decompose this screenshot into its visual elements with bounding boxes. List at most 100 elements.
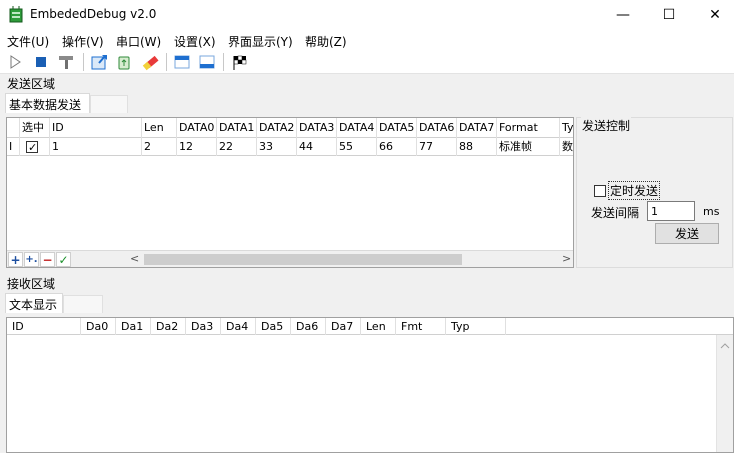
column-header[interactable]: Da7 [326, 318, 361, 335]
column-header[interactable]: ID [50, 118, 142, 138]
scroll-up-arrow-icon[interactable] [717, 339, 733, 353]
column-header[interactable]: Da1 [116, 318, 151, 335]
column-header[interactable]: Len [142, 118, 177, 138]
cell-data3[interactable]: 44 [297, 138, 337, 156]
send-control-title: 发送控制 [581, 117, 632, 134]
cell-data0[interactable]: 12 [177, 138, 217, 156]
cell-data5[interactable]: 66 [377, 138, 417, 156]
export-button[interactable] [89, 52, 109, 72]
tab-empty [90, 95, 128, 113]
erase-button[interactable] [141, 52, 161, 72]
timed-send-checkbox[interactable]: 定时发送 [594, 181, 661, 200]
cell-data4[interactable]: 55 [337, 138, 377, 156]
start-button[interactable] [5, 52, 25, 72]
maximize-button[interactable]: ☐ [646, 0, 692, 30]
tab-text-display-label: 文本显示 [9, 298, 58, 312]
column-header[interactable]: DATA1 [217, 118, 257, 138]
tools-button[interactable] [56, 52, 76, 72]
column-header[interactable]: Ty [560, 118, 573, 138]
column-header[interactable]: 选中 [20, 118, 50, 138]
tab-empty [63, 295, 103, 313]
menu-operate[interactable]: 操作(V) [62, 33, 104, 50]
column-header[interactable]: DATA3 [297, 118, 337, 138]
cell-id[interactable]: 1 [50, 138, 142, 156]
row-select-checkbox[interactable]: ✓ [20, 138, 50, 156]
column-header[interactable]: DATA0 [177, 118, 217, 138]
column-header[interactable]: Len [361, 318, 396, 335]
scroll-right-arrow-icon[interactable]: > [562, 252, 571, 265]
send-interval-input[interactable] [647, 201, 695, 221]
cell-type[interactable]: 数 [560, 138, 573, 156]
scroll-left-arrow-icon[interactable]: < [130, 252, 139, 265]
column-header[interactable]: Typ [446, 318, 506, 335]
send-button-label: 发送 [674, 227, 699, 241]
stop-button[interactable] [31, 52, 51, 72]
column-header[interactable]: DATA5 [377, 118, 417, 138]
tab-basic-send[interactable]: 基本数据发送 [5, 93, 90, 113]
send-control-group: 发送控制 定时发送 发送间隔 ms 发送 [576, 117, 733, 268]
horizontal-scrollbar-thumb[interactable] [144, 254, 462, 265]
menu-view[interactable]: 界面显示(Y) [228, 33, 293, 50]
cell-data6[interactable]: 77 [417, 138, 457, 156]
send-button[interactable]: 发送 [655, 223, 719, 244]
confirm-row-button[interactable]: ✓ [56, 252, 71, 267]
cell-data7[interactable]: 88 [457, 138, 497, 156]
insert-row-button[interactable]: +. [24, 252, 39, 267]
show-top-panel-button[interactable] [172, 52, 192, 72]
close-icon: ✕ [709, 7, 721, 23]
column-header[interactable]: DATA7 [457, 118, 497, 138]
checkbox-icon: ✓ [26, 141, 38, 154]
close-button[interactable]: ✕ [692, 0, 734, 30]
cell-data2[interactable]: 33 [257, 138, 297, 156]
menu-bar: 文件(U) 操作(V) 串口(W) 设置(X) 界面显示(Y) 帮助(Z) [0, 30, 734, 50]
minimize-button[interactable]: — [600, 0, 646, 30]
vertical-scrollbar[interactable] [716, 335, 733, 452]
send-interval-unit: ms [703, 205, 720, 218]
column-header[interactable]: Fmt [396, 318, 446, 335]
menu-serial[interactable]: 串口(W) [116, 33, 161, 50]
hammer-icon [59, 56, 73, 69]
row-header-corner [7, 118, 20, 138]
clear-button[interactable] [114, 52, 134, 72]
column-header[interactable]: DATA6 [417, 118, 457, 138]
send-grid-header: 选中 ID Len DATA0 DATA1 DATA2 DATA3 DATA4 … [7, 118, 573, 138]
tab-text-display[interactable]: 文本显示 [5, 293, 63, 313]
receive-list: ID Da0 Da1 Da2 Da3 Da4 Da5 Da6 Da7 Len F… [6, 317, 734, 453]
cell-len[interactable]: 2 [142, 138, 177, 156]
column-header[interactable]: Da5 [256, 318, 291, 335]
show-bottom-panel-button[interactable] [197, 52, 217, 72]
flag-button[interactable] [230, 52, 250, 72]
panel-bottom-icon [199, 55, 215, 69]
toolbar-separator [83, 53, 84, 71]
remove-row-button[interactable]: − [40, 252, 55, 267]
column-header[interactable]: Da3 [186, 318, 221, 335]
cell-format[interactable]: 标准帧 [497, 138, 560, 156]
menu-file[interactable]: 文件(U) [7, 33, 49, 50]
column-header[interactable]: DATA4 [337, 118, 377, 138]
tab-basic-send-label: 基本数据发送 [9, 98, 82, 112]
column-header[interactable]: Format [497, 118, 560, 138]
column-header[interactable]: Da2 [151, 318, 186, 335]
send-area-label: 发送区域 [7, 77, 56, 91]
app-logo-icon [9, 6, 23, 23]
column-header[interactable]: ID [7, 318, 81, 335]
toolbar [0, 50, 734, 74]
check-icon: ✓ [28, 141, 38, 154]
play-icon [10, 55, 21, 69]
cell-data1[interactable]: 22 [217, 138, 257, 156]
menu-settings[interactable]: 设置(X) [174, 33, 216, 50]
column-header[interactable]: DATA2 [257, 118, 297, 138]
add-row-button[interactable]: + [8, 252, 23, 267]
minimize-icon: — [616, 7, 630, 23]
maximize-icon: ☐ [662, 7, 676, 23]
export-icon [91, 55, 107, 70]
column-header[interactable]: Da6 [291, 318, 326, 335]
column-header[interactable]: Da4 [221, 318, 256, 335]
send-data-grid: 选中 ID Len DATA0 DATA1 DATA2 DATA3 DATA4 … [6, 117, 574, 268]
column-header[interactable]: Da0 [81, 318, 116, 335]
panel-top-icon [174, 55, 190, 69]
table-row[interactable]: I ✓ 1 2 12 22 33 44 55 66 77 88 标准帧 数 [7, 138, 573, 156]
window-title: EmbededDebug v2.0 [30, 7, 157, 21]
menu-help[interactable]: 帮助(Z) [305, 33, 347, 50]
title-bar: EmbededDebug v2.0 — ☐ ✕ [0, 0, 734, 30]
